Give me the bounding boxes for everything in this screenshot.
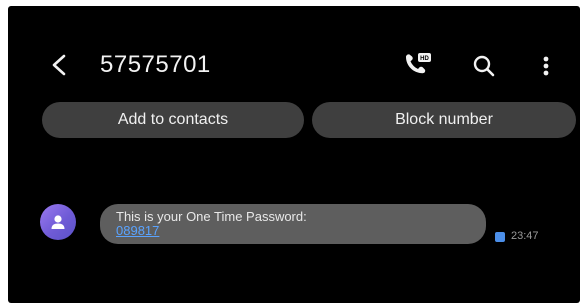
message-text: This is your One Time Password: (116, 209, 307, 224)
message-bubble[interactable]: This is your One Time Password: 089817 (100, 204, 486, 244)
conversation-title: 57575701 (100, 51, 211, 78)
sender-avatar[interactable] (40, 204, 76, 240)
search-button[interactable] (470, 52, 498, 80)
more-options-button[interactable] (536, 52, 556, 80)
add-to-contacts-button[interactable]: Add to contacts (42, 102, 304, 138)
conversation-screen: 57575701 HD Add to contacts Block number (8, 6, 580, 303)
person-icon (51, 215, 65, 229)
search-icon (473, 55, 495, 77)
otp-link[interactable]: 089817 (116, 224, 470, 238)
block-number-label: Block number (395, 111, 493, 128)
sim-card-icon (495, 232, 505, 242)
more-vert-icon (543, 56, 549, 76)
svg-text:HD: HD (420, 56, 429, 62)
back-button[interactable] (46, 52, 72, 78)
hd-phone-icon: HD (406, 53, 431, 74)
back-arrow-icon (52, 54, 66, 76)
add-to-contacts-label: Add to contacts (117, 111, 229, 128)
block-number-button[interactable]: Block number (312, 102, 576, 138)
message-timestamp: 23:47 (511, 230, 539, 242)
hd-voice-call-button[interactable]: HD (400, 50, 436, 80)
